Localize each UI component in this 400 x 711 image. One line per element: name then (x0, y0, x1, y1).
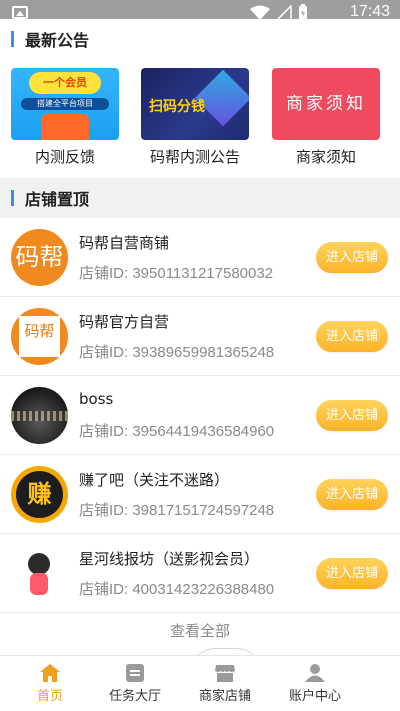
thumbnail-text: 扫码分钱 (149, 99, 205, 115)
shop-row[interactable]: 码帮 码帮官方自营 店铺ID: 39389659981365248 进入店铺 (0, 297, 400, 376)
shop-logo-text: 码帮 (19, 316, 60, 357)
shops-header: 店铺置顶 (0, 178, 400, 218)
store-icon (215, 665, 235, 682)
announcement-thumbnail: 商家须知 (272, 68, 380, 140)
nav-label: 任务大厅 (108, 689, 161, 704)
logo-graphic (11, 411, 68, 421)
thumbnail-text: 商家须知 (286, 94, 366, 114)
announcement-label: 码帮内测公告 (149, 148, 240, 166)
shop-logo-text: 码帮 (15, 243, 64, 271)
shop-row[interactable]: 星河线报坊（送影视会员） 店铺ID: 40031423226388480 进入店… (0, 534, 400, 613)
gift-box-graphic (41, 114, 89, 140)
shop-name: 赚了吧（关注不迷路） (79, 471, 230, 489)
announcements-title: 最新公告 (25, 31, 90, 50)
bottom-nav: 首页 任务大厅 商家店铺 账户中心 (0, 655, 400, 711)
shop-id: 店铺ID: 39564419436584960 (79, 423, 275, 440)
shop-name: boss (79, 390, 114, 408)
announcements-row: 一个会员 搭建全平台项目 内测反馈 扫码分钱 码帮内测公告 商家须知 商家须知 (0, 68, 400, 172)
enter-shop-button[interactable]: 进入店铺 (316, 558, 388, 589)
shop-row[interactable]: 码帮 码帮自营商铺 店铺ID: 39501131217580032 进入店铺 (0, 218, 400, 297)
nav-item-account[interactable]: 账户中心 (265, 656, 365, 711)
shop-logo (11, 545, 68, 602)
announcement-thumbnail: 一个会员 搭建全平台项目 (11, 68, 119, 140)
avatar-head (28, 553, 50, 575)
avatar-body (30, 573, 48, 595)
nav-item-tasks[interactable]: 任务大厅 (85, 656, 185, 711)
view-all-link[interactable]: 查看全部 (0, 612, 400, 650)
shops-title: 店铺置顶 (25, 190, 90, 209)
thumbnail-text: 搭建全平台项目 (21, 98, 109, 110)
shop-logo (11, 387, 68, 444)
enter-shop-button[interactable]: 进入店铺 (316, 321, 388, 352)
shop-row[interactable]: 赚 赚了吧（关注不迷路） 店铺ID: 39817151724597248 进入店… (0, 455, 400, 534)
announcement-label: 内测反馈 (34, 148, 95, 166)
shop-name: 星河线报坊（送影视会员） (79, 550, 260, 568)
home-icon (40, 664, 60, 682)
shop-logo: 赚 (11, 466, 68, 523)
section-accent-bar (11, 31, 14, 47)
nav-label: 账户中心 (288, 689, 341, 704)
shop-id: 店铺ID: 39389659981365248 (79, 344, 275, 361)
announcement-item[interactable]: 扫码分钱 码帮内测公告 (135, 68, 255, 167)
announcement-item[interactable]: 一个会员 搭建全平台项目 内测反馈 (5, 68, 125, 167)
nav-item-store[interactable]: 商家店铺 (175, 656, 275, 711)
section-accent-bar (11, 190, 14, 206)
thumbnail-text: 一个会员 (29, 72, 101, 94)
shop-name: 码帮官方自营 (79, 313, 170, 331)
shop-id: 店铺ID: 39501131217580032 (79, 265, 274, 282)
shop-logo: 码帮 (11, 229, 68, 286)
nav-label: 商家店铺 (198, 689, 251, 704)
announcements-header: 最新公告 (0, 19, 400, 59)
shop-row[interactable]: boss 店铺ID: 39564419436584960 进入店铺 (0, 376, 400, 455)
shop-name: 码帮自营商铺 (79, 234, 170, 252)
enter-shop-button[interactable]: 进入店铺 (316, 479, 388, 510)
task-icon (126, 664, 144, 682)
user-icon (305, 664, 325, 682)
announcement-label: 商家须知 (295, 148, 356, 166)
shop-id: 店铺ID: 39817151724597248 (79, 502, 275, 519)
shop-list: 码帮 码帮自营商铺 店铺ID: 39501131217580032 进入店铺 码… (0, 218, 400, 613)
enter-shop-button[interactable]: 进入店铺 (316, 400, 388, 431)
enter-shop-button[interactable]: 进入店铺 (316, 242, 388, 273)
announcement-item[interactable]: 商家须知 商家须知 (266, 68, 386, 167)
image-icon (12, 6, 28, 19)
announcement-thumbnail: 扫码分钱 (141, 68, 249, 140)
shop-logo-text: 赚 (16, 471, 63, 518)
shop-id: 店铺ID: 40031423226388480 (79, 581, 275, 598)
nav-label: 首页 (36, 689, 63, 704)
shop-logo: 码帮 (11, 308, 68, 365)
